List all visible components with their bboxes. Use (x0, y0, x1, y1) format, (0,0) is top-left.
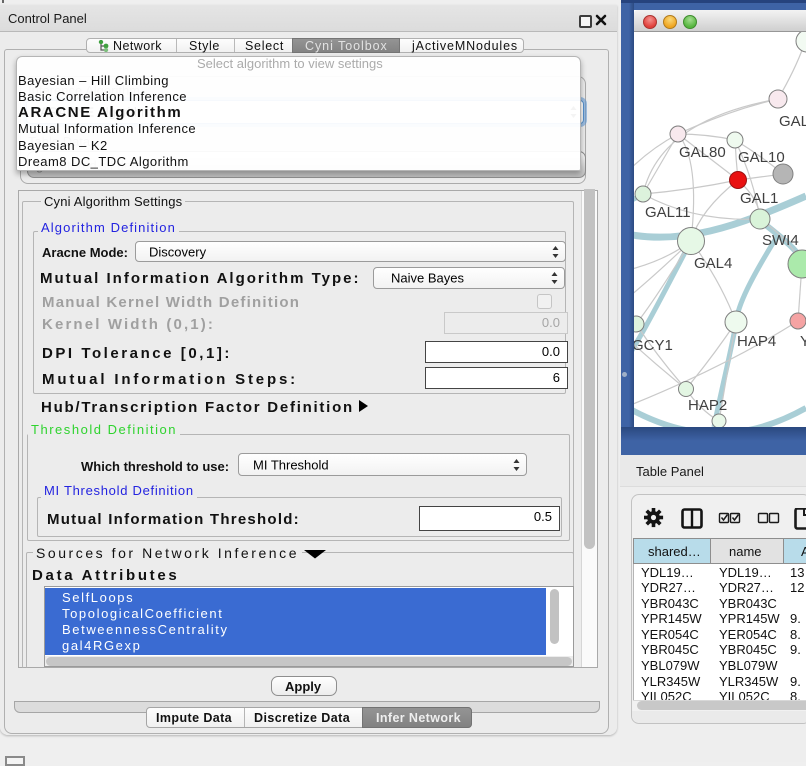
svg-text:GAL10: GAL10 (738, 149, 785, 166)
svg-text:HAP4: HAP4 (737, 333, 776, 350)
svg-text:HAP2: HAP2 (688, 397, 727, 414)
svg-text:GAL1: GAL1 (740, 190, 778, 207)
svg-text:SWI4: SWI4 (762, 232, 799, 249)
svg-text:GCY1: GCY1 (634, 337, 673, 354)
svg-text:GAL80: GAL80 (679, 144, 726, 161)
svg-text:GAL4: GAL4 (694, 255, 732, 272)
svg-text:GAL2: GAL2 (779, 113, 806, 130)
svg-text:GAL11: GAL11 (645, 204, 691, 221)
svg-text:YB: YB (800, 333, 806, 350)
